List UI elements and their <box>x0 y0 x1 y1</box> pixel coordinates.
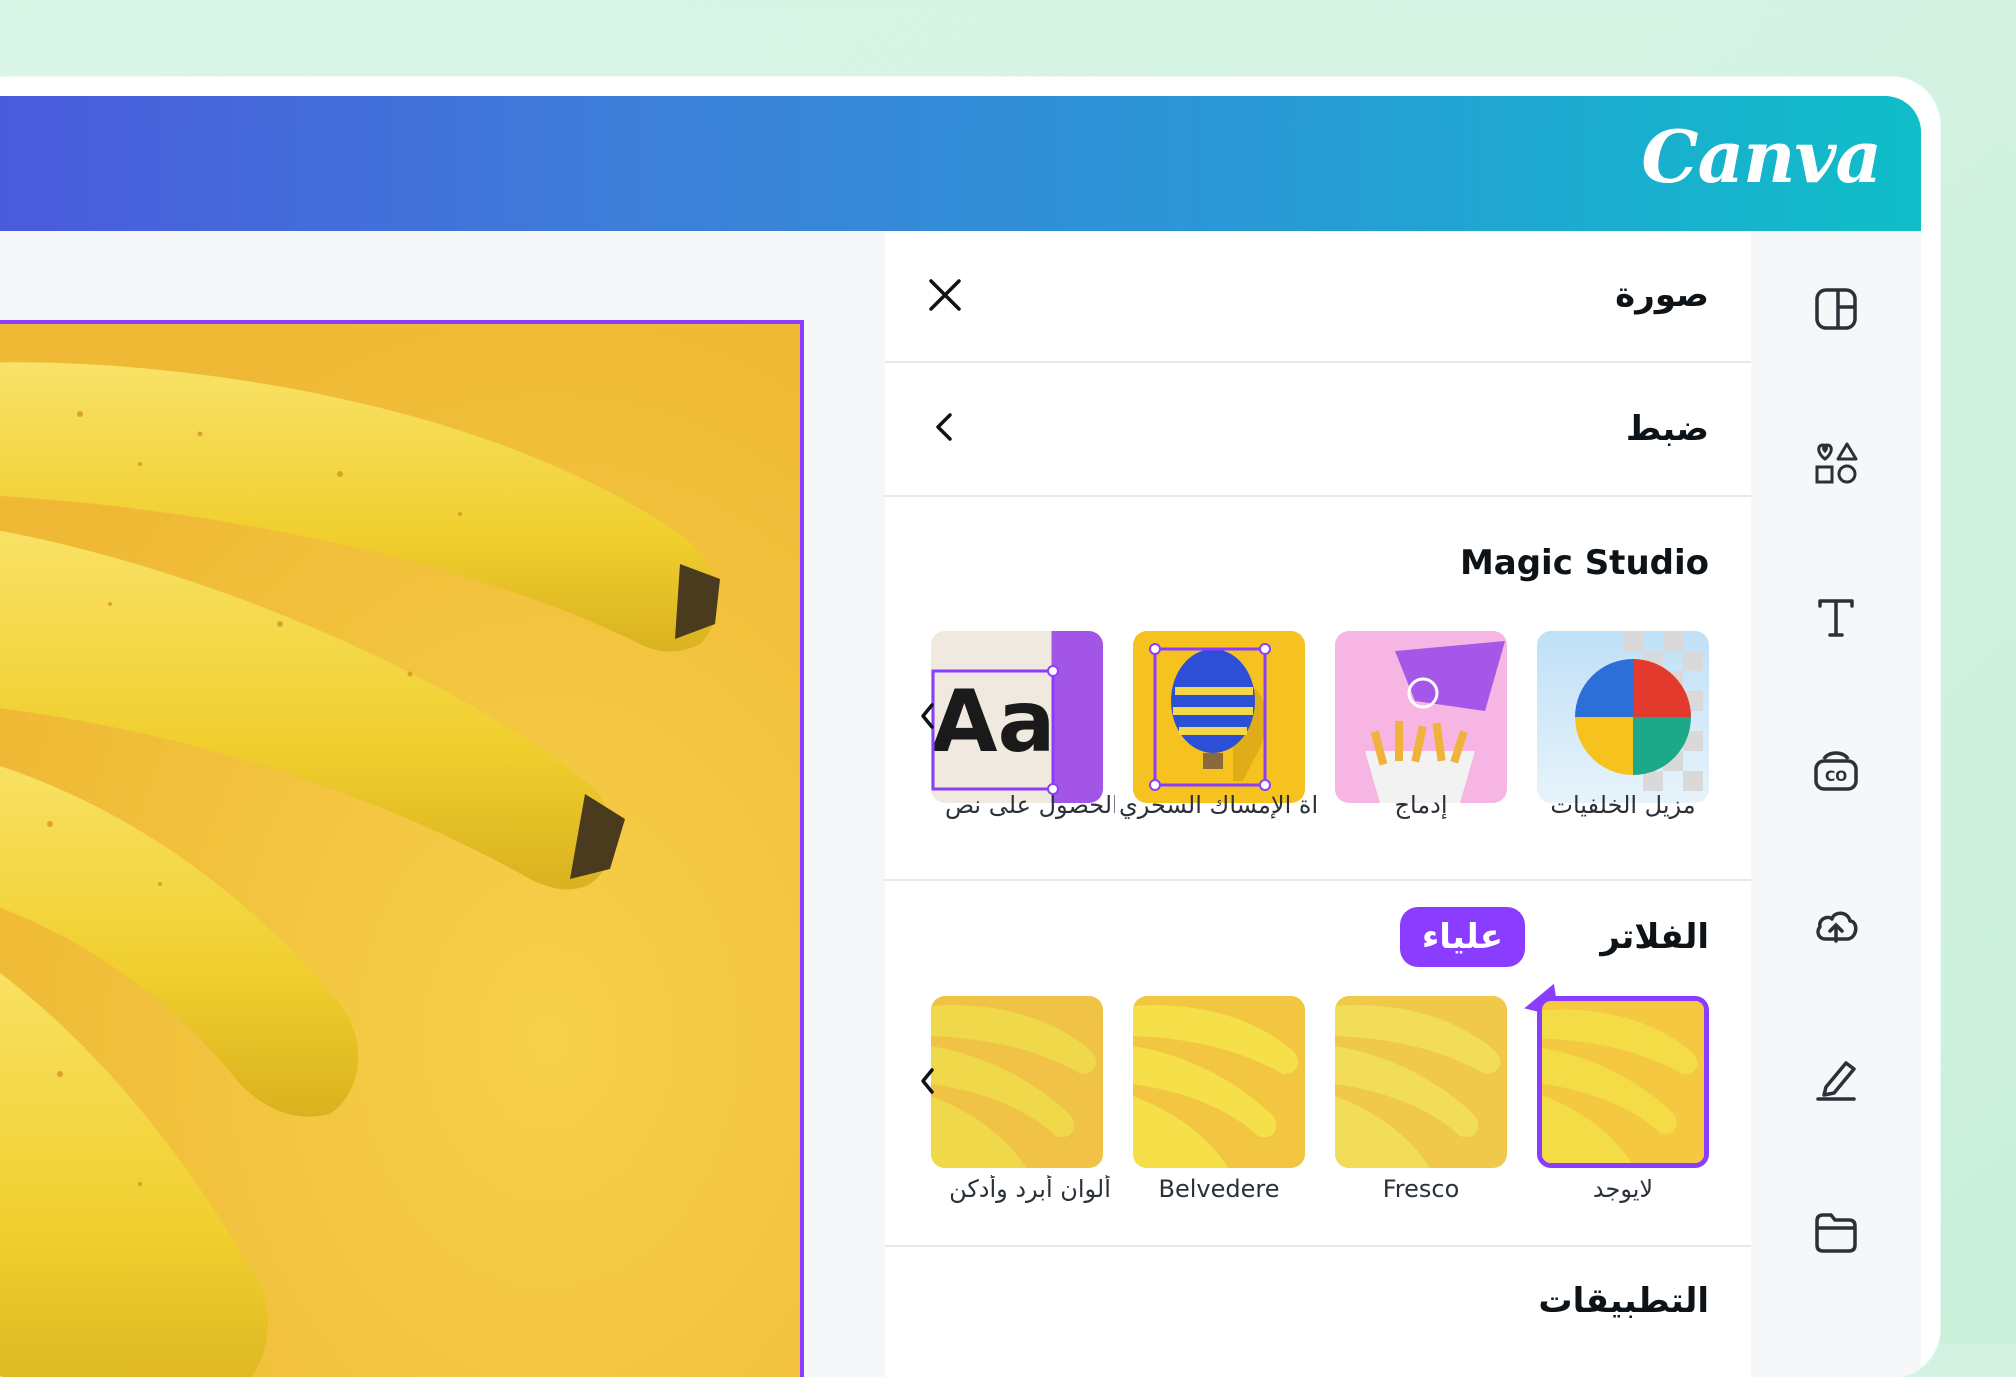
image-panel: صورة ضبط Magic Studio مزيل الخلفيات إدما… <box>885 231 1751 1377</box>
filter-belvedere-label: Belvedere <box>1158 1175 1280 1203</box>
app-inner: Canva صورة ضبط Magic Studio مزيل الخلفيا… <box>0 96 1921 1377</box>
divider <box>885 879 1751 881</box>
divider <box>885 495 1751 497</box>
brand-icon[interactable]: CO <box>1810 745 1862 797</box>
text-icon[interactable] <box>1810 591 1862 643</box>
divider <box>885 361 1751 363</box>
filter-none-thumb[interactable] <box>1537 996 1709 1168</box>
banana-photo <box>0 324 800 1377</box>
app-window: Canva صورة ضبط Magic Studio مزيل الخلفيا… <box>0 77 1940 1377</box>
background-remover-thumb[interactable] <box>1537 631 1709 803</box>
selected-image[interactable] <box>0 320 804 1377</box>
canva-logo: Canva <box>1641 114 1882 199</box>
panel-title: صورة <box>1615 275 1709 315</box>
svg-text:CO: CO <box>1825 769 1847 785</box>
divider <box>885 1245 1751 1247</box>
chevron-left-icon[interactable] <box>925 407 975 457</box>
scroll-left-icon[interactable] <box>913 1051 943 1111</box>
adjust-row-label: ضبط <box>1625 409 1709 449</box>
side-rail: CO <box>1751 231 1921 1377</box>
filter-fresco-label: Fresco <box>1382 1175 1460 1203</box>
magic-grab-blend-thumb[interactable] <box>1335 631 1507 803</box>
editor-canvas <box>0 231 885 1377</box>
top-bar: Canva <box>0 96 1921 231</box>
filter-belvedere-thumb[interactable] <box>1133 996 1305 1168</box>
filter-none-label: لايوجد <box>1592 1175 1654 1203</box>
filter-cooler-darker-label: ألوان أبرد وأدكن <box>949 1175 1111 1203</box>
magic-grab-thumb[interactable] <box>1133 631 1305 803</box>
magic-grab-label: أداة الإمساك السحري <box>1119 791 1319 819</box>
filter-cooler-darker-thumb[interactable] <box>931 996 1103 1168</box>
scroll-left-icon[interactable] <box>913 686 943 746</box>
svg-text:Aa: Aa <box>931 672 1056 772</box>
grab-text-thumb[interactable]: Aa <box>931 631 1103 803</box>
magic-studio-title: Magic Studio <box>1459 543 1709 583</box>
filters-title: الفلاتر <box>1600 917 1709 957</box>
draw-icon[interactable] <box>1810 1053 1862 1105</box>
projects-icon[interactable] <box>1810 1207 1862 1259</box>
uploads-icon[interactable] <box>1810 899 1862 951</box>
close-icon[interactable] <box>925 275 975 325</box>
background-remover-label: مزيل الخلفيات <box>1550 791 1696 819</box>
collaborator-tooltip: علياء <box>1399 907 1525 967</box>
apps-title: التطبيقات <box>1538 1281 1709 1321</box>
grab-text-label: الحصول على نص <box>945 791 1115 819</box>
elements-icon[interactable] <box>1810 437 1862 489</box>
blend-label: إدماج <box>1394 791 1448 819</box>
templates-icon[interactable] <box>1810 283 1862 335</box>
filter-fresco-thumb[interactable] <box>1335 996 1507 1168</box>
